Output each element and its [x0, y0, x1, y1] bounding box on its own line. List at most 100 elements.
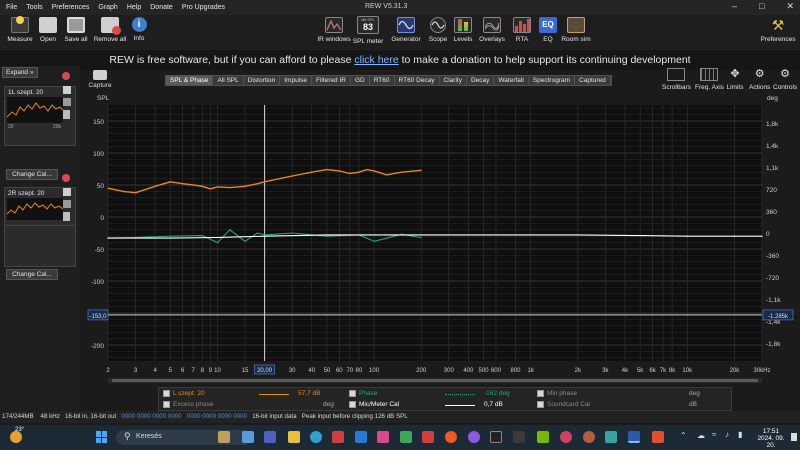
x-tick-label: 3k: [602, 368, 609, 374]
spl-phase-graph[interactable]: 150100500-50-100-150-2001,8k1,4k1,1k7203…: [0, 95, 800, 389]
clock[interactable]: 17:51 2024. 09. 20.: [753, 428, 789, 449]
tab-impulse[interactable]: Impulse: [280, 76, 312, 85]
file-explorer-icon[interactable]: [288, 431, 300, 443]
task-view-icon[interactable]: [242, 431, 254, 443]
taskbar-search-input[interactable]: ⚲ Keresés: [116, 430, 252, 445]
app-icon-6[interactable]: [468, 431, 480, 443]
info-button[interactable]: i Info: [119, 17, 159, 42]
outlook-icon[interactable]: [355, 431, 367, 443]
app-icon-10[interactable]: [605, 431, 617, 443]
app-icon-11[interactable]: [652, 431, 664, 443]
app-icon-2[interactable]: [332, 431, 344, 443]
donation-banner: REW is free software, but if you can aff…: [0, 50, 800, 70]
notification-icon[interactable]: [791, 433, 797, 441]
tab-captured[interactable]: Captured: [575, 76, 611, 85]
app-icon-3[interactable]: [377, 431, 389, 443]
tab-spectrogram[interactable]: Spectrogram: [529, 76, 576, 85]
capture-button[interactable]: Capture: [86, 70, 114, 89]
toolbar: Measure Open Save all Remove all i Info …: [0, 15, 800, 50]
reddit-icon[interactable]: [445, 431, 457, 443]
nvidia-icon[interactable]: [537, 431, 549, 443]
limits-button[interactable]: ✥ Limits: [726, 68, 744, 91]
legend-checkbox[interactable]: [537, 390, 544, 397]
app-icon-1[interactable]: [218, 431, 230, 443]
legend-checkbox[interactable]: [163, 390, 170, 397]
save-icon: [67, 17, 85, 33]
start-icon[interactable]: [96, 431, 108, 443]
preferences-button[interactable]: ⚒ Preferences: [756, 17, 800, 43]
tab-decay[interactable]: Decay: [467, 76, 495, 85]
tab-waterfall[interactable]: Waterfall: [494, 76, 529, 85]
actions-button[interactable]: ⚙ Actions: [749, 68, 770, 91]
maximize-icon[interactable]: □: [759, 1, 764, 12]
series-point: [122, 190, 124, 192]
app-icon-4[interactable]: [400, 431, 412, 443]
plot-area[interactable]: [108, 105, 762, 361]
y2-tick-label: -720: [766, 275, 779, 282]
donate-link[interactable]: click here: [354, 54, 398, 66]
tab-rt60-decay[interactable]: RT60 Decay: [395, 76, 440, 85]
tab-rt60[interactable]: RT60: [370, 76, 395, 85]
app-icon-7[interactable]: [513, 431, 525, 443]
x-tick-label: 400: [463, 368, 474, 374]
camera-icon: [93, 70, 107, 80]
menu-donate[interactable]: Donate: [150, 4, 173, 11]
series-point: [169, 181, 171, 183]
tab-all-spl[interactable]: All SPL: [213, 76, 244, 85]
x-tick-label: 5: [169, 368, 173, 374]
series-point: [154, 185, 156, 187]
room-sim-button[interactable]: Room sim: [556, 17, 596, 43]
app-icon-5[interactable]: [422, 431, 434, 443]
teams-icon[interactable]: [264, 431, 276, 443]
controls-button[interactable]: ⚙ Controls: [773, 68, 797, 91]
tiktok-icon[interactable]: [490, 431, 502, 443]
x-tick-label: 100: [369, 368, 380, 374]
series-point: [373, 234, 375, 236]
cloud-icon[interactable]: ☁: [697, 431, 705, 440]
status-bits-a: 0000 0000 0000 0000: [121, 413, 182, 420]
tab-gd[interactable]: GD: [351, 76, 370, 85]
series-point: [201, 185, 203, 187]
tray-chevron-icon[interactable]: ⌃: [680, 431, 687, 440]
legend-value: 57,7 dB: [298, 390, 321, 397]
rew-taskbar-icon[interactable]: [628, 431, 640, 443]
legend-swatch: [445, 394, 475, 395]
close-icon[interactable]: ✕: [786, 1, 794, 12]
remove-measurement-1-icon[interactable]: [62, 72, 70, 80]
wifi-icon[interactable]: ≈: [712, 430, 716, 439]
edge-icon[interactable]: [310, 431, 322, 443]
expand-button[interactable]: Expand »: [2, 67, 38, 78]
x-tick-label: 8k: [669, 368, 676, 374]
menu-preferences[interactable]: Preferences: [52, 4, 90, 11]
tab-spl-phase[interactable]: SPL & Phase: [166, 76, 214, 85]
tab-clarity[interactable]: Clarity: [440, 76, 467, 85]
status-io: 16-bit in, 16-bit out: [64, 413, 117, 420]
app-icon-8[interactable]: [560, 431, 572, 443]
tab-distortion[interactable]: Distortion: [244, 76, 281, 85]
window-controls: – □ ✕: [732, 1, 794, 12]
graph-svg[interactable]: 150100500-50-100-150-2001,8k1,4k1,1k7203…: [0, 95, 800, 387]
x-tick-label: 600: [491, 368, 502, 374]
menu-tools[interactable]: Tools: [26, 4, 42, 11]
legend-checkbox[interactable]: [537, 401, 544, 408]
volume-icon[interactable]: ♪: [725, 430, 729, 439]
legend-checkbox[interactable]: [349, 401, 356, 408]
menu-file[interactable]: File: [6, 4, 17, 11]
legend-value: -162 deg: [484, 390, 510, 397]
menu-graph[interactable]: Graph: [98, 4, 117, 11]
scrollbars-button[interactable]: Scrollbars: [662, 68, 691, 91]
menu-pro-upgrades[interactable]: Pro Upgrades: [182, 4, 225, 11]
legend-checkbox[interactable]: [349, 390, 356, 397]
minimize-icon[interactable]: –: [732, 1, 737, 12]
edit-measurement-1-icon[interactable]: [63, 86, 71, 94]
scrollbar-thumb[interactable]: [112, 379, 758, 382]
menu-help[interactable]: Help: [127, 4, 141, 11]
legend-checkbox[interactable]: [163, 401, 170, 408]
battery-icon[interactable]: ▮: [738, 430, 742, 439]
freq-axis-button[interactable]: Freq. Axis: [695, 68, 724, 91]
x-tick-label: 60: [336, 368, 343, 374]
y2-tick-label: 1,1k: [766, 165, 779, 172]
tab-filtered-ir[interactable]: Filtered IR: [312, 76, 351, 85]
app-icon-9[interactable]: [583, 431, 595, 443]
spl-meter-button[interactable]: dB SPL 83 SPL meter: [348, 16, 388, 45]
